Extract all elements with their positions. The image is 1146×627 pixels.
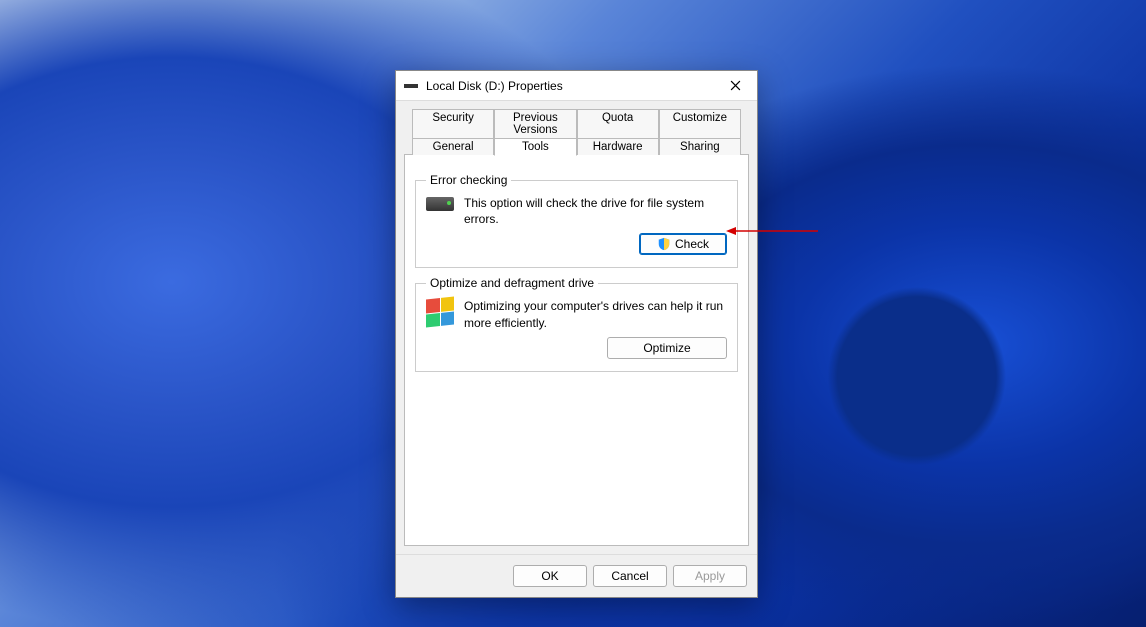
optimize-button[interactable]: Optimize [607, 337, 727, 359]
defrag-icon [426, 297, 454, 328]
tab-previous-versions[interactable]: Previous Versions [494, 109, 576, 138]
close-icon [730, 80, 741, 91]
tab-customize[interactable]: Customize [659, 109, 741, 138]
tabs: Security Previous Versions Quota Customi… [404, 101, 749, 155]
tab-general[interactable]: General [412, 138, 494, 155]
properties-dialog: Local Disk (D:) Properties Security Prev… [395, 70, 758, 598]
tab-panel-tools: Error checking This option will check th… [404, 154, 749, 546]
optimize-button-label: Optimize [643, 341, 690, 355]
check-button-label: Check [675, 237, 709, 251]
drive-title-icon [404, 84, 418, 88]
close-button[interactable] [715, 72, 755, 100]
window-title: Local Disk (D:) Properties [426, 79, 715, 93]
tab-quota[interactable]: Quota [577, 109, 659, 138]
error-checking-text: This option will check the drive for fil… [464, 195, 727, 227]
group-optimize: Optimize and defragment drive Optimizing… [415, 276, 738, 371]
ok-button[interactable]: OK [513, 565, 587, 587]
dialog-footer: OK Cancel Apply [396, 554, 757, 597]
group-legend-optimize: Optimize and defragment drive [426, 276, 598, 290]
tab-sharing[interactable]: Sharing [659, 138, 741, 155]
check-button[interactable]: Check [639, 233, 727, 255]
shield-icon [657, 237, 671, 251]
tab-security[interactable]: Security [412, 109, 494, 138]
tab-tools[interactable]: Tools [494, 138, 576, 156]
content-area: Security Previous Versions Quota Customi… [396, 101, 757, 554]
group-legend-error-checking: Error checking [426, 173, 511, 187]
apply-button[interactable]: Apply [673, 565, 747, 587]
cancel-button[interactable]: Cancel [593, 565, 667, 587]
drive-icon [426, 197, 454, 211]
group-error-checking: Error checking This option will check th… [415, 173, 738, 268]
titlebar[interactable]: Local Disk (D:) Properties [396, 71, 757, 101]
optimize-text: Optimizing your computer's drives can he… [464, 298, 727, 330]
tab-hardware[interactable]: Hardware [577, 138, 659, 155]
